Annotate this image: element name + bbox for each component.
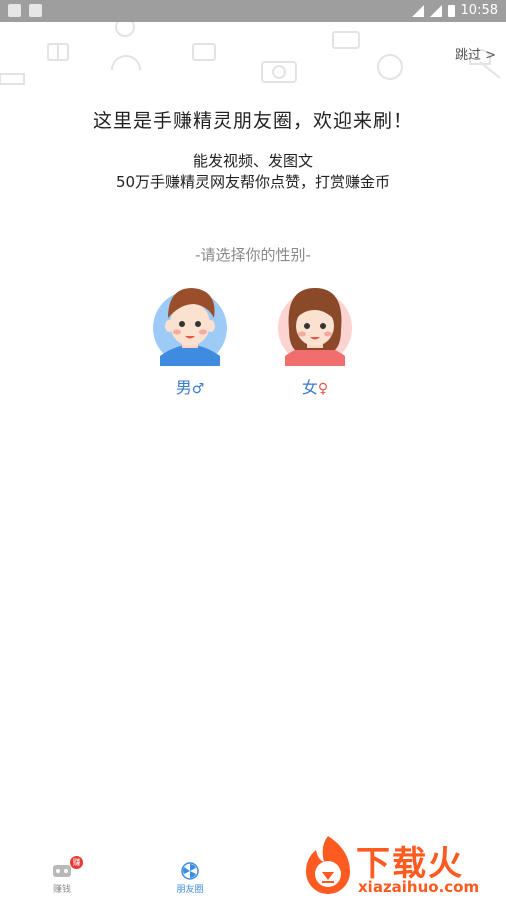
decorative-doodles	[0, 22, 501, 85]
wifi-icon	[411, 4, 424, 17]
male-symbol-icon: ♂	[191, 381, 205, 397]
game-icon	[53, 865, 71, 877]
pinwheel-icon	[181, 862, 199, 880]
watermark-url: xiazaihuo.com	[358, 878, 480, 896]
page-title: 这里是手赚精灵朋友圈，欢迎来刷！	[92, 110, 413, 132]
status-bar: 10:58	[0, 0, 506, 22]
system-icons: 10:58	[411, 3, 498, 18]
male-avatar-icon	[153, 288, 227, 366]
tab-badge: 赚	[70, 856, 83, 869]
female-symbol-icon: ♀	[317, 381, 329, 397]
notification-icons	[8, 4, 42, 17]
watermark: 下载火 xiazaihuo.com	[298, 832, 504, 898]
signal-icon	[429, 4, 442, 17]
female-label: 女	[301, 378, 318, 397]
tab-earn[interactable]: 赚 赚钱	[32, 856, 92, 895]
notification-icon	[29, 4, 42, 17]
notification-icon	[8, 4, 21, 17]
subtitle-line: 能发视频、发图文	[192, 152, 313, 170]
tab-label: 朋友圈	[176, 885, 204, 895]
male-label: 男	[175, 378, 192, 397]
female-option[interactable]: 女♀	[275, 284, 355, 398]
status-time: 10:58	[460, 3, 498, 18]
tab-friends-circle[interactable]: 朋友圈	[160, 862, 220, 895]
flame-logo-icon	[306, 836, 350, 894]
skip-button[interactable]: 跳过 >	[455, 44, 496, 63]
tab-label: 赚钱	[52, 885, 71, 895]
subtitle-line: 50万手赚精灵网友帮你点赞，打赏赚金币	[115, 173, 391, 191]
battery-icon	[447, 4, 455, 17]
male-option[interactable]: 男♂	[150, 284, 230, 398]
gender-prompt: -请选择你的性别-	[195, 246, 311, 264]
female-avatar-icon	[278, 288, 352, 366]
